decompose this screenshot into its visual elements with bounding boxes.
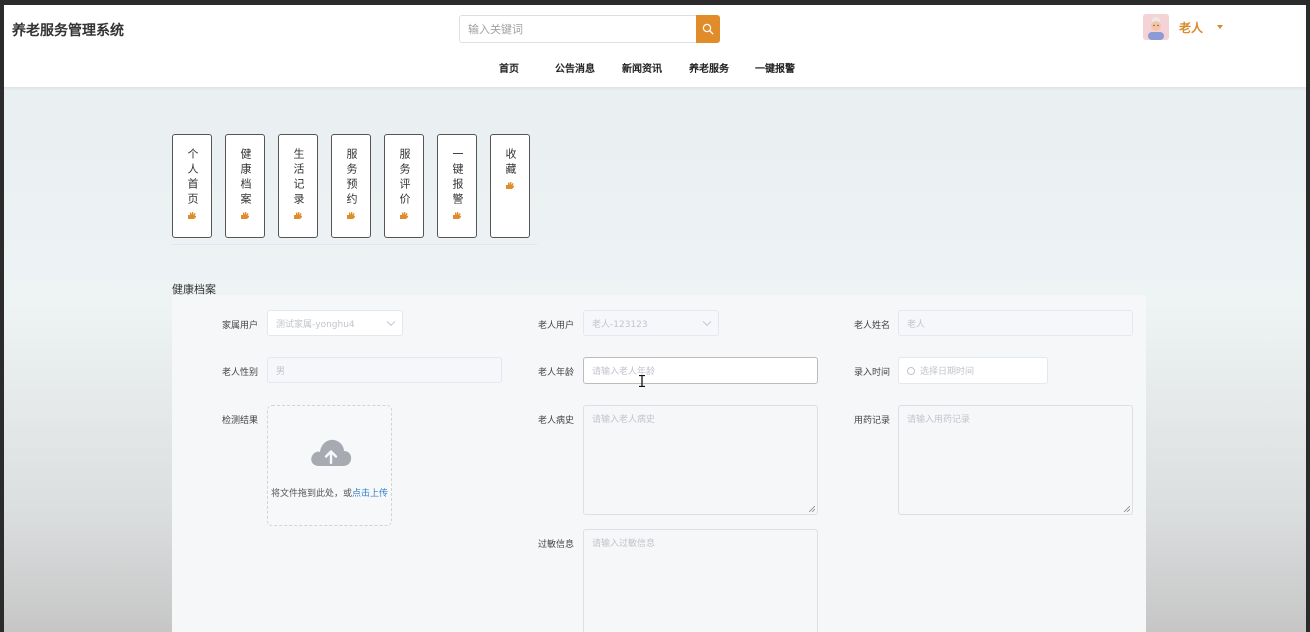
- tab-label: 生活记录: [292, 148, 305, 208]
- elder-user-label: 老人用户: [537, 321, 574, 331]
- elder-gender-label: 老人性别: [221, 368, 258, 378]
- tab-label: 一键报警: [451, 148, 464, 208]
- username[interactable]: 老人: [1179, 19, 1203, 36]
- medication-placeholder: 请输入用药记录: [907, 415, 971, 425]
- elder-avatar-icon: [1143, 14, 1169, 40]
- main-nav: 首页 公告消息 新闻资讯 养老服务 一键报警: [499, 60, 795, 75]
- allergy-placeholder: 请输入过敏信息: [592, 539, 656, 549]
- allergy-textarea[interactable]: 请输入过敏信息: [583, 529, 818, 632]
- chevron-down-icon: [386, 317, 396, 327]
- tab-label: 健康档案: [239, 148, 252, 208]
- chevron-down-icon: [702, 317, 712, 327]
- upload-text: 将文件拖到此处，或: [270, 489, 352, 499]
- elder-age-label: 老人年龄: [537, 368, 574, 378]
- hand-icon: [453, 212, 461, 219]
- upload-hint: 将文件拖到此处，或点击上传: [268, 486, 391, 499]
- tab-health-records[interactable]: 健康档案: [225, 134, 265, 238]
- elder-name-value: 老人: [907, 319, 926, 330]
- search-input[interactable]: [459, 15, 696, 43]
- caret-down-icon[interactable]: [1217, 25, 1224, 29]
- tab-label: 收藏: [504, 148, 517, 178]
- tab-label: 服务评价: [398, 148, 411, 208]
- text-cursor-icon: [639, 375, 645, 387]
- allergy-label: 过敏信息: [537, 540, 574, 550]
- entry-time-label: 录入时间: [853, 368, 890, 378]
- elder-user-select[interactable]: 老人-123123: [583, 310, 719, 336]
- user-menu[interactable]: 老人: [1143, 13, 1224, 41]
- test-result-label: 检测结果: [221, 416, 258, 426]
- entry-time-picker[interactable]: 选择日期时间: [898, 357, 1048, 384]
- medical-history-label: 老人病史: [537, 416, 574, 426]
- search-bar: [459, 15, 720, 43]
- cloud-upload-icon: [311, 439, 352, 466]
- tabs-divider: [172, 244, 537, 245]
- site-title: 养老服务管理系统: [12, 23, 124, 39]
- nav-notices[interactable]: 公告消息: [555, 60, 622, 75]
- hand-icon: [400, 212, 408, 219]
- top-header: 养老服务管理系统 老人: [4, 5, 1306, 87]
- tab-service-review[interactable]: 服务评价: [384, 134, 424, 238]
- tab-favorites[interactable]: 收藏: [490, 134, 530, 238]
- clock-icon: [907, 366, 915, 375]
- personal-center-tabs: 个人首页 健康档案 生活记录 服务预约 服务评价 一键报警 收藏: [172, 134, 543, 238]
- resize-handle-icon[interactable]: [1124, 506, 1130, 512]
- elder-age-input[interactable]: 请输入老人年龄: [583, 357, 818, 384]
- medication-textarea[interactable]: 请输入用药记录: [898, 405, 1133, 515]
- medication-label: 用药记录: [853, 416, 890, 426]
- nav-emergency-alarm[interactable]: 一键报警: [755, 60, 795, 75]
- search-icon: [702, 23, 714, 35]
- hand-icon: [347, 212, 355, 219]
- family-user-label: 家属用户: [221, 321, 258, 331]
- medical-history-textarea[interactable]: 请输入老人病史: [583, 405, 818, 515]
- search-button[interactable]: [696, 15, 720, 43]
- elder-user-value: 老人-123123: [592, 319, 648, 330]
- tab-label: 个人首页: [186, 148, 199, 208]
- tab-personal-home[interactable]: 个人首页: [172, 134, 212, 238]
- elder-gender-value: 男: [276, 366, 286, 377]
- hand-icon: [506, 182, 514, 189]
- hand-icon: [241, 212, 249, 219]
- tab-service-booking[interactable]: 服务预约: [331, 134, 371, 238]
- upload-dropzone[interactable]: 将文件拖到此处，或点击上传: [267, 405, 392, 526]
- elder-name-field[interactable]: 老人: [898, 310, 1133, 336]
- tab-label: 服务预约: [345, 148, 358, 208]
- tab-emergency-alarm[interactable]: 一键报警: [437, 134, 477, 238]
- elder-name-label: 老人姓名: [853, 321, 890, 331]
- browser-viewport: 养老服务管理系统 老人: [4, 5, 1306, 632]
- entry-time-placeholder: 选择日期时间: [920, 367, 975, 377]
- family-user-value: 测试家属-yonghu4: [276, 319, 355, 330]
- hand-icon: [188, 212, 196, 219]
- resize-handle-icon[interactable]: [809, 506, 815, 512]
- elder-gender-field[interactable]: 男: [267, 357, 502, 383]
- family-user-select[interactable]: 测试家属-yonghu4: [267, 310, 403, 336]
- tab-life-records[interactable]: 生活记录: [278, 134, 318, 238]
- upload-link[interactable]: 点击上传: [352, 489, 388, 499]
- hand-icon: [294, 212, 302, 219]
- nav-home[interactable]: 首页: [499, 60, 555, 75]
- nav-news[interactable]: 新闻资讯: [622, 60, 689, 75]
- nav-elderly-services[interactable]: 养老服务: [689, 60, 755, 75]
- medical-history-placeholder: 请输入老人病史: [592, 415, 656, 425]
- avatar[interactable]: [1143, 14, 1169, 40]
